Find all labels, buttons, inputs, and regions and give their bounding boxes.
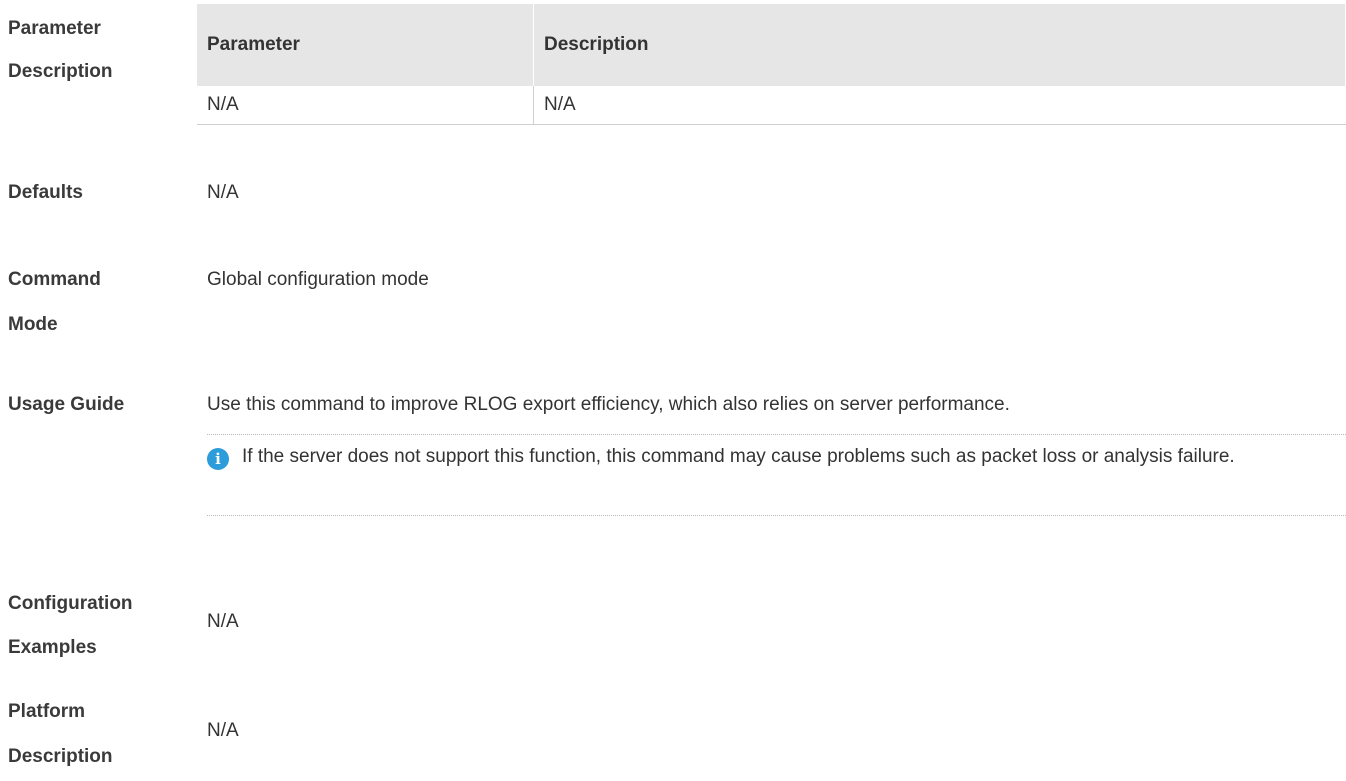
usage-note: i If the server does not support this fu… [207, 434, 1346, 516]
table-header-parameter: Parameter [197, 4, 534, 86]
table-header-row: Parameter Description [197, 4, 1346, 86]
configuration-examples-value: N/A [207, 611, 239, 632]
command-mode-value: Global configuration mode [207, 269, 429, 290]
platform-description-value: N/A [207, 720, 239, 741]
parameter-description-label-line2: Description [8, 61, 113, 82]
usage-guide-value: Use this command to improve RLOG export … [207, 394, 1010, 415]
command-mode-label-line1: Command [8, 269, 101, 290]
table-cell-parameter: N/A [197, 86, 534, 125]
usage-guide-label: Usage Guide [8, 394, 125, 415]
info-icon: i [207, 448, 229, 470]
parameter-table: Parameter Description N/A N/A [197, 4, 1346, 125]
table-header-description: Description [533, 4, 1346, 86]
table-cell-description: N/A [533, 86, 1346, 125]
configuration-examples-label-line2: Examples [8, 637, 97, 658]
command-mode-label-line2: Mode [8, 314, 58, 335]
defaults-label: Defaults [8, 182, 83, 203]
usage-note-text: If the server does not support this func… [242, 446, 1235, 467]
configuration-examples-label-line1: Configuration [8, 593, 133, 614]
table-row: N/A N/A [197, 86, 1346, 125]
platform-description-label-line2: Description [8, 746, 113, 767]
defaults-value: N/A [207, 182, 239, 203]
parameter-description-label-line1: Parameter [8, 18, 101, 39]
platform-description-label-line1: Platform [8, 701, 86, 722]
